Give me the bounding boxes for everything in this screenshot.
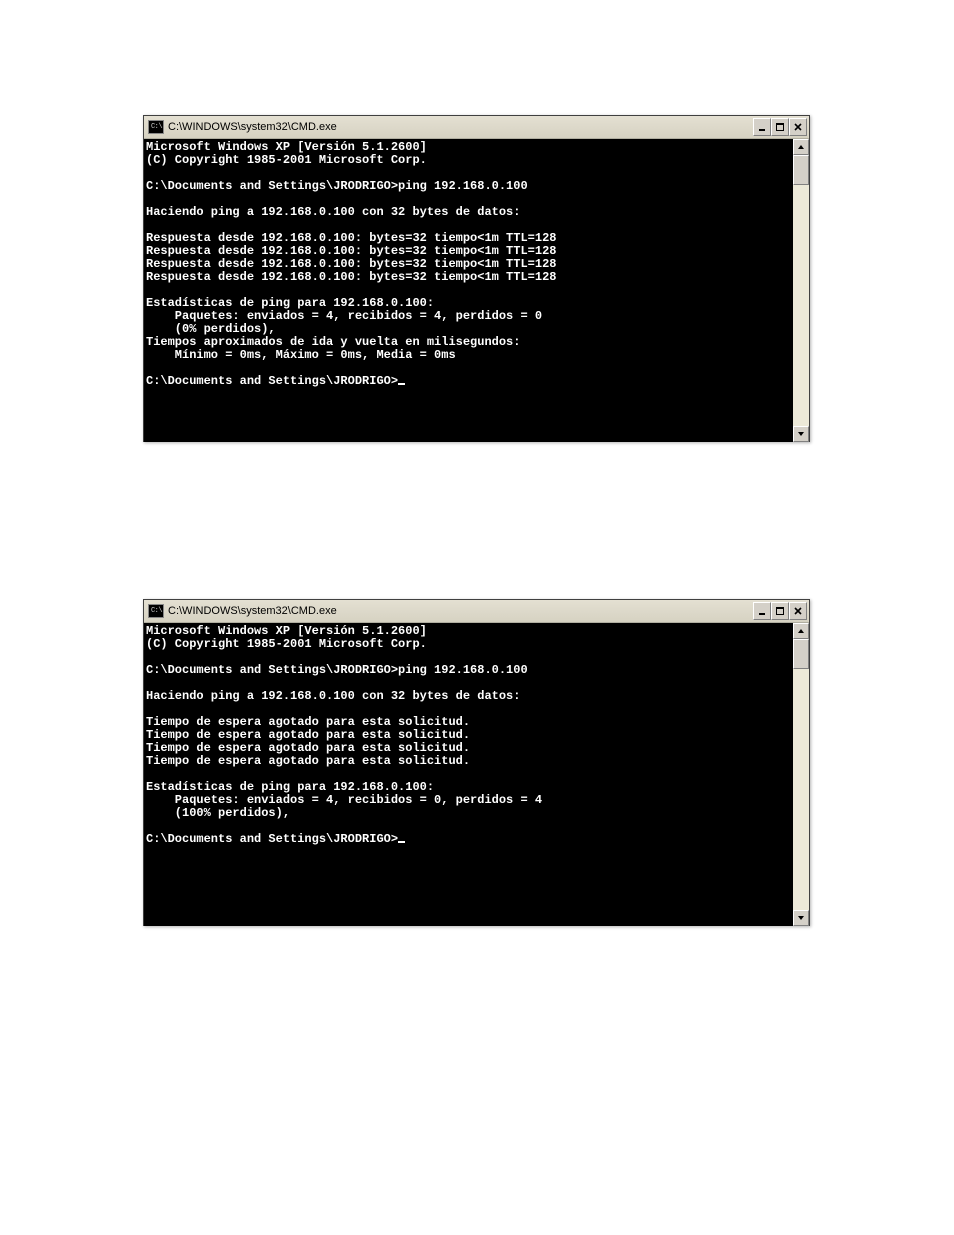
scroll-up-button[interactable] xyxy=(793,139,809,155)
cmd-icon: C:\ xyxy=(148,120,164,134)
cmd-window-2: C:\ C:\WINDOWS\system32\CMD.exe Microsof… xyxy=(143,599,810,926)
scroll-thumb[interactable] xyxy=(793,155,809,185)
minimize-button[interactable] xyxy=(753,602,771,620)
scroll-thumb[interactable] xyxy=(793,639,809,669)
scroll-up-button[interactable] xyxy=(793,623,809,639)
window-title: C:\WINDOWS\system32\CMD.exe xyxy=(168,121,753,133)
window-controls xyxy=(753,118,807,136)
console-output[interactable]: Microsoft Windows XP [Versión 5.1.2600] … xyxy=(144,139,793,442)
scroll-track[interactable] xyxy=(793,155,809,426)
titlebar[interactable]: C:\ C:\WINDOWS\system32\CMD.exe xyxy=(144,600,809,623)
console-area: Microsoft Windows XP [Versión 5.1.2600] … xyxy=(144,139,809,442)
console-area: Microsoft Windows XP [Versión 5.1.2600] … xyxy=(144,623,809,926)
scroll-track[interactable] xyxy=(793,639,809,910)
cmd-icon: C:\ xyxy=(148,604,164,618)
close-button[interactable] xyxy=(789,118,807,136)
scroll-down-button[interactable] xyxy=(793,910,809,926)
maximize-button[interactable] xyxy=(771,602,789,620)
minimize-button[interactable] xyxy=(753,118,771,136)
cmd-window-1: C:\ C:\WINDOWS\system32\CMD.exe Microsof… xyxy=(143,115,810,442)
close-button[interactable] xyxy=(789,602,807,620)
window-title: C:\WINDOWS\system32\CMD.exe xyxy=(168,605,753,617)
maximize-button[interactable] xyxy=(771,118,789,136)
scroll-down-button[interactable] xyxy=(793,426,809,442)
titlebar[interactable]: C:\ C:\WINDOWS\system32\CMD.exe xyxy=(144,116,809,139)
window-controls xyxy=(753,602,807,620)
console-output[interactable]: Microsoft Windows XP [Versión 5.1.2600] … xyxy=(144,623,793,926)
vertical-scrollbar[interactable] xyxy=(793,623,809,926)
vertical-scrollbar[interactable] xyxy=(793,139,809,442)
